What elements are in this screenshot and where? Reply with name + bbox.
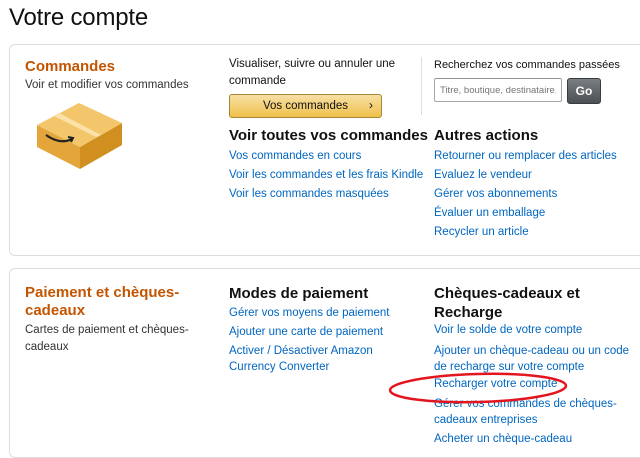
link-rate-packaging[interactable]: Évaluer un emballage xyxy=(434,205,545,221)
page-title: Votre compte xyxy=(9,4,149,31)
orders-card: Commandes Voir et modifier vos commandes… xyxy=(9,44,640,256)
other-actions-heading: Autres actions xyxy=(434,127,539,144)
link-manage-subscriptions[interactable]: Gérer vos abonnements xyxy=(434,186,557,202)
orders-divider xyxy=(421,57,422,115)
link-kindle-orders[interactable]: Voir les commandes et les frais Kindle xyxy=(229,167,423,183)
link-orders-in-progress[interactable]: Vos commandes en cours xyxy=(229,148,361,164)
payment-card: Paiement et chèques-cadeaux Cartes de pa… xyxy=(9,268,640,458)
link-manage-payment[interactable]: Gérer vos moyens de paiement xyxy=(229,305,389,321)
link-return-items[interactable]: Retourner ou remplacer des articles xyxy=(434,148,617,164)
orders-search-input[interactable] xyxy=(434,78,562,102)
package-box-icon xyxy=(37,103,122,169)
link-buy-giftcard[interactable]: Acheter un chèque-cadeau xyxy=(434,431,572,447)
link-hidden-orders[interactable]: Voir les commandes masquées xyxy=(229,186,389,202)
orders-manage-text: Visualiser, suivre ou annuler une comman… xyxy=(229,58,396,87)
go-button[interactable]: Go xyxy=(567,78,601,104)
link-rate-seller[interactable]: Evaluez le vendeur xyxy=(434,167,532,183)
payment-methods-heading: Modes de paiement xyxy=(229,285,369,302)
orders-subtitle: Voir et modifier vos commandes xyxy=(25,79,189,91)
payment-subtitle: Cartes de paiement et chèques-cadeaux xyxy=(25,324,189,353)
your-orders-button[interactable]: Vos commandes › xyxy=(229,94,382,118)
link-recycle-item[interactable]: Recycler un article xyxy=(434,224,529,240)
payment-title[interactable]: Paiement et chèques-cadeaux xyxy=(25,284,200,320)
giftcards-heading: Chèques-cadeaux et Recharge xyxy=(434,285,580,321)
orders-search-label: Recherchez vos commandes passées xyxy=(434,59,620,71)
orders-title[interactable]: Commandes xyxy=(25,58,115,76)
link-add-card[interactable]: Ajouter une carte de paiement xyxy=(229,324,383,340)
link-account-balance[interactable]: Voir le solde de votre compte xyxy=(434,322,582,338)
all-orders-heading: Voir toutes vos commandes xyxy=(229,127,428,144)
red-circle-annotation xyxy=(388,372,568,404)
chevron-right-icon: › xyxy=(369,98,373,112)
your-orders-label: Vos commandes xyxy=(262,100,348,112)
